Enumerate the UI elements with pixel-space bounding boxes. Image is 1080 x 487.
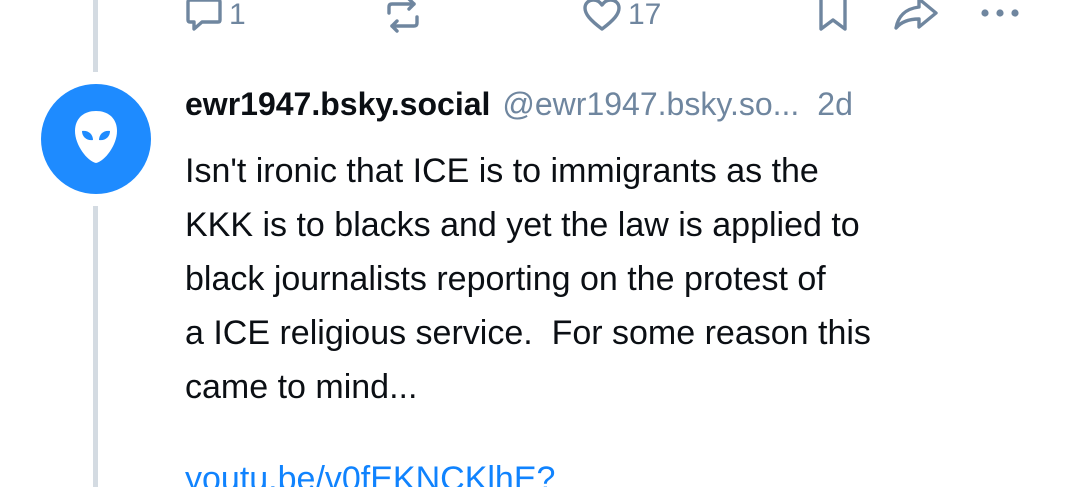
post-timestamp[interactable]: 2d <box>817 86 853 123</box>
more-options-button[interactable] <box>978 0 1024 31</box>
like-button[interactable]: 17 <box>582 0 661 32</box>
post-link[interactable]: youtu.be/v0fEKNCKlhE? <box>185 452 555 487</box>
share-button[interactable] <box>892 0 940 31</box>
repost-arrows-icon <box>383 0 423 33</box>
more-dots-icon <box>978 0 1024 32</box>
reply-button[interactable]: 1 <box>185 0 246 32</box>
author-display-name[interactable]: ewr1947.bsky.social <box>185 86 490 123</box>
reply-bubble-icon <box>185 0 223 33</box>
thread-view: 1 17 ewr1947.bsky.social @ewr1947.bsky.s… <box>0 0 1080 487</box>
post-text: Isn't ironic that ICE is to immigrants a… <box>185 152 871 406</box>
bookmark-button[interactable] <box>815 0 851 31</box>
reply-count: 1 <box>229 0 246 31</box>
repost-button[interactable] <box>383 0 429 33</box>
post-header: ewr1947.bsky.social @ewr1947.bsky.so... … <box>185 86 1045 134</box>
like-count: 17 <box>628 0 662 31</box>
heart-icon <box>582 0 622 33</box>
author-handle[interactable]: @ewr1947.bsky.so... <box>502 86 799 123</box>
share-arrow-icon <box>892 0 940 33</box>
alien-face-icon <box>73 109 119 170</box>
avatar[interactable] <box>41 84 151 194</box>
bookmark-icon <box>815 0 851 33</box>
thread-line-bottom <box>93 206 98 487</box>
previous-post-action-bar: 1 17 <box>0 0 1080 40</box>
